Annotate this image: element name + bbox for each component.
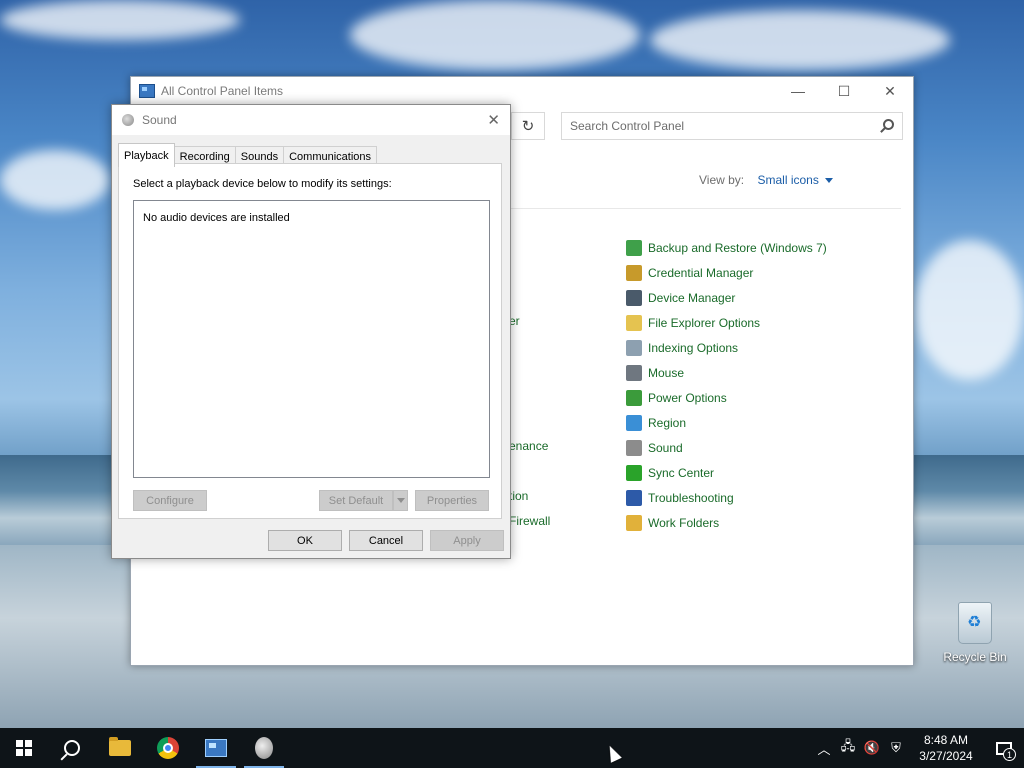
list-item-label: Mouse <box>648 365 685 380</box>
apply-button[interactable]: Apply <box>430 530 504 551</box>
device-manager-icon <box>626 289 642 306</box>
sound-dialog-titlebar[interactable]: Sound ✕ <box>112 105 510 135</box>
properties-button[interactable]: Properties <box>415 490 489 511</box>
backup-restore-icon <box>626 239 642 256</box>
set-default-dropdown[interactable] <box>393 490 408 511</box>
search-input[interactable]: Search Control Panel <box>561 112 903 140</box>
troubleshooting-icon <box>626 489 642 506</box>
credential-manager-icon <box>626 264 642 281</box>
taskbar-control-panel[interactable] <box>192 728 240 768</box>
configure-button[interactable]: Configure <box>133 490 207 511</box>
list-item[interactable]: Mouse <box>626 360 827 385</box>
notification-badge: 1 <box>1003 748 1016 761</box>
taskbar: ︿ 🖧 🔇 ⛨ 8:48 AM 3/27/2024 1 <box>0 728 1024 768</box>
list-item[interactable]: Region <box>626 410 827 435</box>
sound-dialog[interactable]: Sound ✕ Playback Recording Sounds Commun… <box>111 104 511 559</box>
list-item-label: File Explorer Options <box>648 315 761 330</box>
tab-playback[interactable]: Playback <box>118 143 175 167</box>
taskbar-file-explorer[interactable] <box>96 728 144 768</box>
search-placeholder: Search Control Panel <box>570 119 685 133</box>
chevron-down-icon <box>824 178 833 184</box>
list-item-partial[interactable]: enance <box>509 439 548 453</box>
list-item-label: Sound <box>648 440 683 455</box>
list-item[interactable]: Troubleshooting <box>626 485 827 510</box>
security-icon[interactable]: ⛨ <box>884 728 908 768</box>
list-item[interactable]: Sound <box>626 435 827 460</box>
list-item-label: Region <box>648 415 687 430</box>
minimize-button[interactable]: — <box>775 77 821 105</box>
search-icon <box>64 740 80 756</box>
taskbar-search-button[interactable] <box>48 728 96 768</box>
recycle-bin-icon <box>958 602 992 644</box>
work-folders-icon <box>626 514 642 531</box>
view-by-dropdown[interactable]: Small icons <box>757 173 833 187</box>
clock[interactable]: 8:48 AM 3/27/2024 <box>908 732 984 764</box>
control-panel-items: Backup and Restore (Windows 7) Credential… <box>626 235 827 535</box>
recycle-bin[interactable]: Recycle Bin <box>942 602 1008 664</box>
list-item-label: Backup and Restore (Windows 7) <box>648 240 827 255</box>
indexing-options-icon <box>626 339 642 356</box>
system-tray: ︿ 🖧 🔇 ⛨ 8:48 AM 3/27/2024 1 <box>812 728 1024 768</box>
sync-center-icon <box>626 464 642 481</box>
divider <box>511 208 901 209</box>
windows-logo-icon <box>16 740 32 756</box>
sound-dialog-title: Sound <box>142 113 177 127</box>
list-item-label: Device Manager <box>648 290 736 305</box>
list-item-label: Sync Center <box>648 465 715 480</box>
region-icon <box>626 414 642 431</box>
list-item[interactable]: Backup and Restore (Windows 7) <box>626 235 827 260</box>
list-item-label: Indexing Options <box>648 340 739 355</box>
control-panel-icon <box>139 84 155 98</box>
list-item-label: Credential Manager <box>648 265 754 280</box>
list-item[interactable]: Work Folders <box>626 510 827 535</box>
close-button[interactable]: ✕ <box>867 77 913 105</box>
notification-center-button[interactable]: 1 <box>984 728 1024 768</box>
power-options-icon <box>626 389 642 406</box>
refresh-button[interactable]: ↻ <box>511 112 545 140</box>
chrome-icon <box>157 737 179 759</box>
chevron-up-icon[interactable]: ︿ <box>812 728 836 768</box>
recycle-bin-label: Recycle Bin <box>943 650 1007 664</box>
ok-button[interactable]: OK <box>268 530 342 551</box>
playback-instruction: Select a playback device below to modify… <box>133 178 392 190</box>
taskbar-sound[interactable] <box>240 728 288 768</box>
list-item-label: Work Folders <box>648 515 720 530</box>
device-list[interactable]: No audio devices are installed <box>133 200 490 478</box>
mouse-icon <box>626 364 642 381</box>
refresh-icon: ↻ <box>521 118 535 135</box>
close-icon[interactable]: ✕ <box>487 111 500 129</box>
taskbar-chrome[interactable] <box>144 728 192 768</box>
empty-device-message: No audio devices are installed <box>143 212 290 224</box>
list-item[interactable]: Sync Center <box>626 460 827 485</box>
folder-options-icon <box>626 314 642 331</box>
folder-icon <box>109 737 131 756</box>
control-panel-titlebar[interactable]: All Control Panel Items — ☐ ✕ <box>131 77 913 105</box>
list-item[interactable]: File Explorer Options <box>626 310 827 335</box>
volume-muted-icon[interactable]: 🔇 <box>860 728 884 768</box>
list-item[interactable]: Indexing Options <box>626 335 827 360</box>
clock-date: 3/27/2024 <box>919 749 973 763</box>
start-button[interactable] <box>0 728 48 768</box>
list-item[interactable]: Credential Manager <box>626 260 827 285</box>
list-item[interactable]: Device Manager <box>626 285 827 310</box>
clock-time: 8:48 AM <box>923 733 969 747</box>
speaker-icon <box>626 439 642 456</box>
list-item[interactable]: Power Options <box>626 385 827 410</box>
speaker-icon <box>122 114 134 126</box>
list-item-label: Troubleshooting <box>648 490 734 505</box>
speaker-icon <box>255 737 273 759</box>
set-default-button[interactable]: Set Default <box>319 490 393 511</box>
list-item-label: Power Options <box>648 390 727 405</box>
playback-panel: Select a playback device below to modify… <box>118 163 502 519</box>
view-by-label: View by: <box>699 173 745 187</box>
list-item-partial[interactable]: Firewall <box>509 514 550 528</box>
control-panel-title: All Control Panel Items <box>161 84 284 98</box>
view-by: View by: Small icons <box>699 173 833 187</box>
search-icon <box>883 119 894 130</box>
maximize-button[interactable]: ☐ <box>821 77 867 105</box>
list-item-partial[interactable]: tion <box>509 489 528 503</box>
cancel-button[interactable]: Cancel <box>349 530 423 551</box>
control-panel-icon <box>205 739 227 757</box>
network-icon[interactable]: 🖧 <box>836 728 860 768</box>
